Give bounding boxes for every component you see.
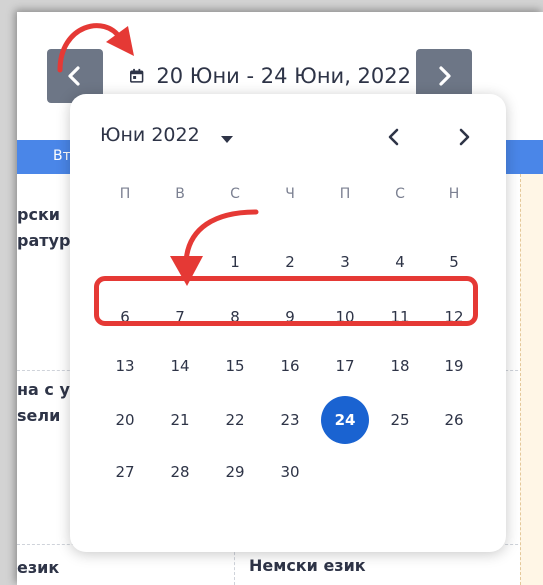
calendar-day[interactable]: 23	[266, 396, 314, 444]
prev-month-icon[interactable]	[386, 128, 402, 146]
weekday-label: С	[395, 186, 405, 202]
next-month-icon[interactable]	[456, 128, 472, 146]
schedule-cell[interactable]: Немски език	[249, 553, 366, 579]
schedule-cell[interactable]: на с у ѕели	[17, 377, 70, 429]
calendar-day[interactable]: 13	[101, 342, 149, 390]
calendar-day[interactable]: 14	[156, 342, 204, 390]
cell-line: ѕели	[17, 406, 61, 425]
weekend-column	[520, 174, 543, 585]
caret-down-icon[interactable]	[220, 134, 234, 144]
calendar-day[interactable]: 17	[321, 342, 369, 390]
calendar-day[interactable]: 27	[101, 448, 149, 496]
date-range-text: 20 Юни - 24 Юни, 2022	[156, 64, 411, 88]
calendar-day[interactable]: 16	[266, 342, 314, 390]
cell-line: Немски език	[249, 556, 366, 575]
cell-line: рски	[17, 205, 61, 224]
weekday-label: П	[119, 186, 131, 202]
selected-day[interactable]: 24	[321, 396, 369, 444]
column-header: Вт	[53, 148, 71, 164]
calendar-day[interactable]: 29	[211, 448, 259, 496]
weekday-label: П	[339, 186, 351, 202]
weekday-label: В	[175, 186, 185, 202]
month-label[interactable]: Юни 2022	[100, 124, 200, 146]
calendar-day[interactable]: 18	[376, 342, 424, 390]
cell-line: ратур	[17, 231, 71, 250]
calendar-day[interactable]: 28	[156, 448, 204, 496]
cell-line: език	[17, 558, 60, 577]
cell-line: на с у	[17, 380, 70, 399]
calendar-day[interactable]: 25	[376, 396, 424, 444]
weekday-label: Н	[448, 186, 460, 202]
calendar-day[interactable]: 22	[211, 396, 259, 444]
calendar-day[interactable]: 19	[430, 342, 478, 390]
schedule-cell[interactable]: език	[17, 555, 59, 581]
calendar-day[interactable]: 26	[430, 396, 478, 444]
weekday-label: Ч	[285, 186, 295, 202]
calendar-icon	[130, 68, 144, 83]
week-highlight-annotation	[94, 276, 478, 326]
weekday-label: С	[230, 186, 240, 202]
calendar-day[interactable]: 20	[101, 396, 149, 444]
calendar-day[interactable]: 30	[266, 448, 314, 496]
chevron-left-icon	[68, 66, 80, 86]
chevron-right-icon	[439, 66, 451, 86]
schedule-cell[interactable]: рски ратур	[17, 202, 70, 254]
calendar-day[interactable]: 21	[156, 396, 204, 444]
calendar-day[interactable]: 15	[211, 342, 259, 390]
